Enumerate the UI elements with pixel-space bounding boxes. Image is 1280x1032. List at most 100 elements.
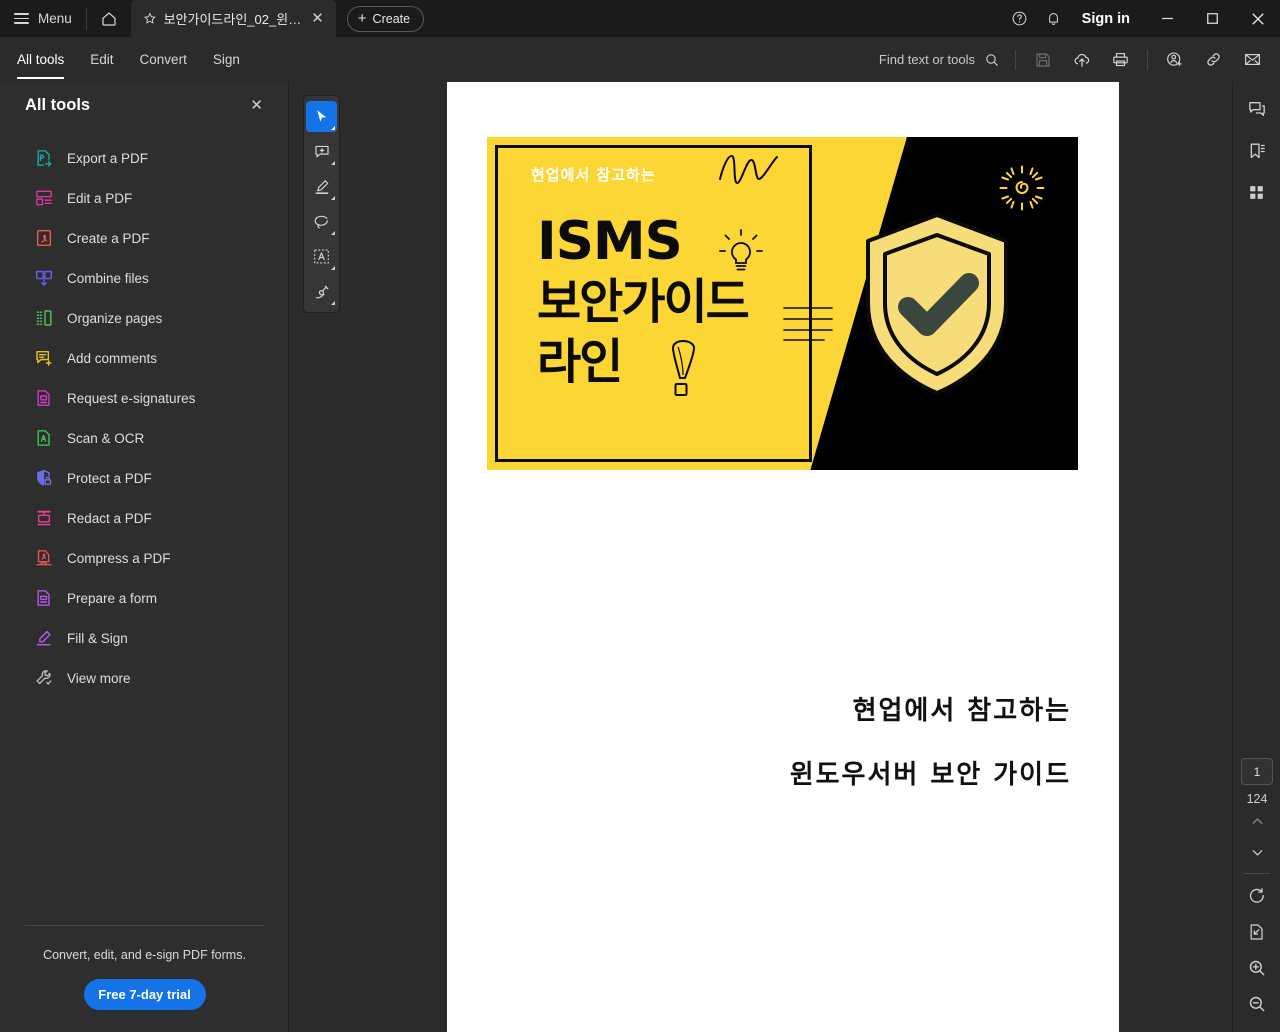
divider xyxy=(25,925,264,926)
document-tab[interactable]: 보안가이드라인_02_윈도… ✕ xyxy=(130,0,336,37)
link-icon xyxy=(1207,53,1220,66)
add-comment-tool-button[interactable] xyxy=(306,136,337,167)
plus-icon: + xyxy=(357,10,367,27)
speed-lines-icon xyxy=(783,307,833,341)
sun-burst-icon xyxy=(999,165,1045,211)
sidebar-item-label: Fill & Sign xyxy=(67,630,128,646)
page-heading-line-2: 윈도우서버 보안 가이드 xyxy=(789,760,1071,790)
zoom-out-button[interactable] xyxy=(1237,986,1277,1022)
print-icon xyxy=(1113,52,1128,67)
right-rail-top-group xyxy=(1233,82,1280,211)
lasso-icon xyxy=(314,215,328,228)
highlight-tool-button[interactable] xyxy=(306,171,337,202)
next-page-button[interactable] xyxy=(1237,837,1277,868)
ink-pen-icon xyxy=(315,285,328,298)
share-link-button[interactable] xyxy=(1194,43,1233,77)
protect-pdf-icon xyxy=(33,468,54,489)
current-page-input[interactable]: 1 xyxy=(1241,758,1273,785)
ink-eraser-tool-button[interactable] xyxy=(306,276,337,307)
sidebar-item-export-a-pdf[interactable]: Export a PDF xyxy=(0,138,288,178)
print-button[interactable] xyxy=(1101,43,1140,77)
redact-pdf-icon xyxy=(33,508,54,529)
minimize-icon xyxy=(1162,17,1173,20)
upload-cloud-button[interactable] xyxy=(1062,43,1101,77)
tab-sign[interactable]: Sign xyxy=(200,37,253,82)
select-tool-button[interactable] xyxy=(306,101,337,132)
acrobat-window: Menu 보안가이드라인_02_윈도… ✕ + Create Sign in A… xyxy=(0,0,1280,1032)
sidebar-item-create-a-pdf[interactable]: Create a PDF xyxy=(0,218,288,258)
close-window-button[interactable] xyxy=(1235,0,1280,37)
tab-edit[interactable]: Edit xyxy=(77,37,126,82)
rotate-button[interactable] xyxy=(1237,878,1277,914)
lightbulb-icon xyxy=(719,229,763,271)
tab-all-tools[interactable]: All tools xyxy=(4,37,77,82)
create-pdf-icon xyxy=(33,228,54,249)
maximize-button[interactable] xyxy=(1190,0,1235,37)
scan-ocr-icon xyxy=(33,428,54,449)
sidebar-item-compress-a-pdf[interactable]: Compress a PDF xyxy=(0,538,288,578)
chevron-up-icon xyxy=(1252,818,1262,824)
tab-convert[interactable]: Convert xyxy=(127,37,200,82)
free-trial-button[interactable]: Free 7-day trial xyxy=(83,979,206,1010)
organize-pages-icon xyxy=(33,308,54,329)
create-button[interactable]: + Create xyxy=(346,5,425,32)
rotate-cw-icon xyxy=(1249,888,1264,903)
chevron-down-icon xyxy=(331,266,335,270)
cover-title-line2: 보안가이드 xyxy=(537,274,750,330)
zoom-in-icon xyxy=(1249,960,1265,976)
cover-artwork: 현업에서 참고하는 ISMS 보안가이드 라인 xyxy=(487,137,1078,470)
panel-title: All tools xyxy=(25,95,91,114)
save-button[interactable] xyxy=(1023,43,1062,77)
bookmarks-panel-button[interactable] xyxy=(1233,132,1280,169)
add-person-button[interactable] xyxy=(1155,43,1194,77)
sidebar-item-prepare-a-form[interactable]: Prepare a form xyxy=(0,578,288,618)
tab-convert-label: Convert xyxy=(139,52,187,67)
lasso-draw-tool-button[interactable] xyxy=(306,206,337,237)
sidebar-item-add-comments[interactable]: Add comments xyxy=(0,338,288,378)
sidebar-item-edit-a-pdf[interactable]: Edit a PDF xyxy=(0,178,288,218)
comments-panel-button[interactable] xyxy=(1233,90,1280,127)
add-comments-icon xyxy=(33,348,54,369)
star-icon[interactable] xyxy=(143,11,157,26)
home-button[interactable] xyxy=(87,0,131,37)
fit-page-button[interactable] xyxy=(1237,914,1277,950)
find-search-box[interactable]: Find text or tools xyxy=(869,45,1008,75)
help-button[interactable] xyxy=(1003,0,1037,37)
export-pdf-icon xyxy=(33,148,54,169)
total-pages-label: 124 xyxy=(1246,792,1268,806)
sidebar-item-label: Edit a PDF xyxy=(67,190,133,206)
sidebar-item-combine-files[interactable]: Combine files xyxy=(0,258,288,298)
tab-close-icon[interactable]: ✕ xyxy=(308,9,327,28)
notifications-button[interactable] xyxy=(1037,0,1071,37)
sidebar-item-label: Organize pages xyxy=(67,310,163,326)
page-thumbnails-button[interactable] xyxy=(1233,174,1280,211)
menu-button[interactable]: Menu xyxy=(0,0,86,37)
page-thumbnails-icon xyxy=(1250,186,1263,199)
minimize-button[interactable] xyxy=(1145,0,1190,37)
sidebar-item-organize-pages[interactable]: Organize pages xyxy=(0,298,288,338)
sidebar-item-view-more[interactable]: View more xyxy=(0,658,288,698)
divider xyxy=(1015,49,1016,70)
sign-in-button[interactable]: Sign in xyxy=(1071,11,1145,27)
sidebar-item-fill-and-sign[interactable]: Fill & Sign xyxy=(0,618,288,658)
tab-title: 보안가이드라인_02_윈도… xyxy=(163,12,302,27)
email-button[interactable] xyxy=(1233,43,1272,77)
sidebar-item-scan-and-ocr[interactable]: Scan & OCR xyxy=(0,418,288,458)
bookmarks-panel-icon xyxy=(1250,143,1265,158)
chevron-down-icon xyxy=(1252,850,1262,856)
previous-page-button[interactable] xyxy=(1237,806,1277,837)
select-text-tool-button[interactable] xyxy=(306,241,337,272)
sidebar-item-request-e-signatures[interactable]: Request e-signatures xyxy=(0,378,288,418)
panel-close-icon[interactable]: ✕ xyxy=(245,94,268,117)
menu-bar: All tools Edit Convert Sign Find text or… xyxy=(0,37,1280,82)
cursor-arrow-icon xyxy=(317,110,327,122)
sidebar-item-label: Combine files xyxy=(67,270,149,286)
chevron-down-icon xyxy=(331,231,335,235)
tool-list: Export a PDF Edit a PDF Create a PDF Com… xyxy=(0,128,288,698)
sidebar-item-label: Compress a PDF xyxy=(67,550,171,566)
document-viewport[interactable]: 현업에서 참고하는 ISMS 보안가이드 라인 현업에서 참고하는 윈도우서버 … xyxy=(289,82,1280,1032)
sidebar-item-protect-a-pdf[interactable]: Protect a PDF xyxy=(0,458,288,498)
shield-check-icon xyxy=(866,213,1008,395)
zoom-in-button[interactable] xyxy=(1237,950,1277,986)
sidebar-item-redact-a-pdf[interactable]: Redact a PDF xyxy=(0,498,288,538)
